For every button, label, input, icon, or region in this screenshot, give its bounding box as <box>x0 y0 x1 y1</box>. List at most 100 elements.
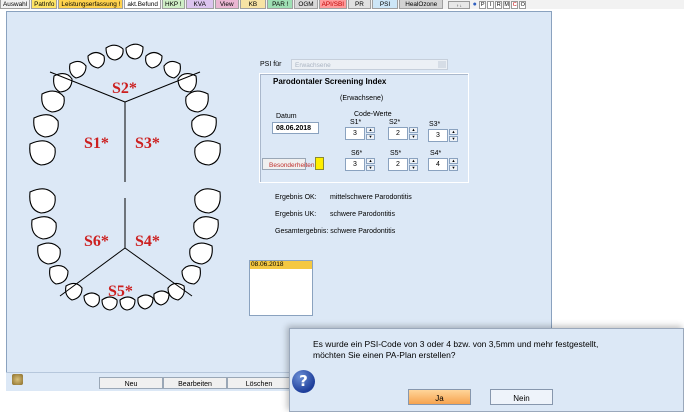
tooth[interactable] <box>167 282 185 301</box>
down-arrow-icon[interactable]: ▼ <box>366 134 375 140</box>
s1-code-stepper[interactable]: 3 ▲ ▼ <box>345 127 375 140</box>
s1-code-value[interactable]: 3 <box>345 127 365 140</box>
tooth[interactable] <box>153 290 170 306</box>
mini-button-o[interactable]: O <box>519 0 527 9</box>
tab-kb[interactable]: KB <box>239 0 267 9</box>
new-button[interactable]: Neu <box>99 377 163 389</box>
tooth[interactable] <box>29 140 56 166</box>
date-field[interactable]: 08.06.2018 <box>272 122 319 134</box>
s6-code-value[interactable]: 3 <box>345 158 365 171</box>
tooth[interactable] <box>189 242 213 265</box>
down-arrow-icon[interactable]: ▼ <box>449 136 458 142</box>
s4-code-stepper[interactable]: 4 ▲ ▼ <box>428 158 458 171</box>
s2-code-value[interactable]: 2 <box>388 127 408 140</box>
result-ok-label: Ergebnis OK: <box>275 194 317 201</box>
sextant-label-s3[interactable]: S3* <box>135 135 160 152</box>
tab-psi[interactable]: PSI <box>371 0 399 9</box>
tab-kva[interactable]: KVA <box>185 0 214 9</box>
tooth[interactable] <box>69 60 87 79</box>
tooth[interactable] <box>163 60 181 79</box>
tooth[interactable] <box>194 188 221 214</box>
tab-patinfo[interactable]: PatInfo <box>31 0 58 9</box>
tab-view[interactable]: View <box>214 0 239 9</box>
tooth[interactable] <box>105 44 124 61</box>
settings-icon[interactable] <box>12 374 23 385</box>
special-findings-button[interactable]: Besonderheiten <box>262 158 315 170</box>
dropdown-arrow-icon[interactable] <box>438 61 446 68</box>
tab-leistungserfassung[interactable]: Leistungserfassung ! <box>58 0 124 9</box>
globe-icon[interactable]: ● <box>471 1 478 9</box>
s3-code-stepper[interactable]: 3 ▲ ▼ <box>428 129 458 142</box>
sextant-label-s1[interactable]: S1* <box>84 135 109 152</box>
s5-code-stepper[interactable]: 2 ▲ ▼ <box>388 158 418 171</box>
tooth[interactable] <box>193 216 219 240</box>
dialog-message-line1: Es wurde ein PSI-Code von 3 oder 4 bzw. … <box>313 339 599 349</box>
tooth[interactable] <box>41 90 65 113</box>
tooth[interactable] <box>145 51 163 69</box>
up-arrow-icon[interactable]: ▲ <box>366 127 375 133</box>
tooth[interactable] <box>29 188 56 214</box>
psi-for-select[interactable]: Erwachsene <box>291 59 448 70</box>
s4-code-value[interactable]: 4 <box>428 158 448 171</box>
down-arrow-icon[interactable]: ▼ <box>366 165 375 171</box>
delete-button[interactable]: Löschen <box>227 377 291 389</box>
result-uk-label: Ergebnis UK: <box>275 211 317 218</box>
psi-for-value: Erwachsene <box>295 62 331 69</box>
down-arrow-icon[interactable]: ▼ <box>409 134 418 140</box>
tooth[interactable] <box>137 294 154 310</box>
tooth[interactable] <box>87 51 105 69</box>
tooth[interactable] <box>191 114 217 138</box>
yes-button[interactable]: Ja <box>408 389 471 405</box>
up-arrow-icon[interactable]: ▲ <box>449 129 458 135</box>
tooth[interactable] <box>31 216 57 240</box>
s3-code-value[interactable]: 3 <box>428 129 448 142</box>
mini-button-c[interactable]: C <box>511 0 519 9</box>
mini-button-p[interactable]: P <box>479 0 487 9</box>
mini-button-i[interactable]: I <box>487 0 495 9</box>
s5-code-value[interactable]: 2 <box>388 158 408 171</box>
tab-par[interactable]: PAR ! <box>267 0 294 9</box>
down-arrow-icon[interactable]: ▼ <box>409 165 418 171</box>
tooth[interactable] <box>194 140 221 166</box>
tab-akt-befund[interactable]: akt.Befund <box>124 0 161 9</box>
s6-code-stepper[interactable]: 3 ▲ ▼ <box>345 158 375 171</box>
tooth[interactable] <box>181 265 201 285</box>
sextant-label-s6[interactable]: S6* <box>84 233 109 250</box>
up-arrow-icon[interactable]: ▲ <box>449 158 458 164</box>
tab-hkp[interactable]: HKP ! <box>161 0 185 9</box>
down-arrow-icon[interactable]: ▼ <box>449 165 458 171</box>
total-result: Gesamtergebnis: schwere Parodontitis <box>275 228 396 235</box>
tab-api-sbi[interactable]: API/SBI <box>318 0 348 9</box>
sextant-label-s4[interactable]: S4* <box>135 233 160 250</box>
tab-healozone[interactable]: HealOzone <box>399 0 444 9</box>
s6-code-label: S6* <box>351 150 363 157</box>
list-item[interactable]: 08.06.2018 <box>250 261 312 269</box>
edit-button[interactable]: Bearbeiten <box>163 377 227 389</box>
no-button[interactable]: Nein <box>490 389 553 405</box>
module-tab-bar: Auswahl PatInfo Leistungserfassung ! akt… <box>0 0 684 9</box>
mini-button-r[interactable]: R <box>495 0 503 9</box>
tooth[interactable] <box>125 43 144 60</box>
up-arrow-icon[interactable]: ▲ <box>409 158 418 164</box>
color-indicator[interactable] <box>315 157 324 170</box>
index-subtitle: (Erwachsene) <box>340 95 384 102</box>
toolbar-mini-button[interactable]: ↑ ↓ <box>448 0 471 9</box>
tooth[interactable] <box>83 292 100 308</box>
tab-pr[interactable]: PR <box>348 0 371 9</box>
psi-date-list[interactable]: 08.06.2018 <box>249 260 313 316</box>
mini-button-m[interactable]: M <box>503 0 511 9</box>
up-arrow-icon[interactable]: ▲ <box>409 127 418 133</box>
tab-ogm[interactable]: OGM <box>294 0 318 9</box>
sextant-label-s2[interactable]: S2* <box>112 80 137 97</box>
tooth[interactable] <box>37 242 61 265</box>
tooth[interactable] <box>53 73 73 93</box>
sextant-label-s5[interactable]: S5* <box>108 283 133 300</box>
tooth[interactable] <box>33 114 59 138</box>
up-arrow-icon[interactable]: ▲ <box>366 158 375 164</box>
tab-auswahl[interactable]: Auswahl <box>0 0 31 9</box>
tooth[interactable] <box>177 73 197 93</box>
tooth[interactable] <box>49 265 69 285</box>
s2-code-stepper[interactable]: 2 ▲ ▼ <box>388 127 418 140</box>
result-ok-value: mittelschwere Parodontitis <box>330 194 412 201</box>
tooth[interactable] <box>185 90 209 113</box>
